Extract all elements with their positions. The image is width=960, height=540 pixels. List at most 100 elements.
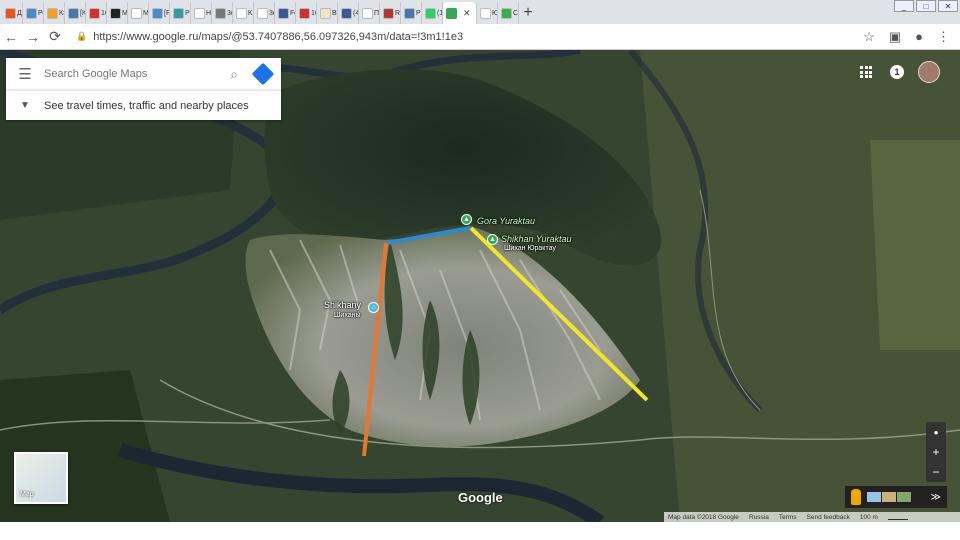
browser-tab[interactable]: [К xyxy=(65,2,86,24)
browser-tab[interactable]: 1C xyxy=(86,2,107,24)
browser-tab[interactable]: Ю xyxy=(477,2,498,24)
puzzle-icon xyxy=(501,7,512,19)
reload-button[interactable]: ⟳ xyxy=(44,28,66,45)
minimize-button[interactable]: _ xyxy=(894,0,914,12)
terms-link[interactable]: Terms xyxy=(779,514,797,521)
wiki-icon xyxy=(236,7,247,19)
wiki-icon xyxy=(480,7,491,19)
browser-tab[interactable]: Кэ xyxy=(44,2,65,24)
browser-tab[interactable]: (4 xyxy=(338,2,359,24)
facebook-icon xyxy=(341,7,352,19)
stop-icon xyxy=(299,7,310,19)
travel-times-panel[interactable]: ▼ See travel times, traffic and nearby p… xyxy=(6,90,281,120)
browser-tab[interactable]: 3c xyxy=(254,2,275,24)
map-layer-toggle[interactable]: Map xyxy=(14,452,68,504)
url-text: https://www.google.ru/maps/@53.7407886,5… xyxy=(93,30,464,43)
extension-icon[interactable]: ▣ xyxy=(889,29,901,45)
wiki-icon xyxy=(257,7,268,19)
lock-icon: 🔒 xyxy=(76,31,88,41)
maximize-button[interactable]: □ xyxy=(916,0,936,12)
zoom-in-button[interactable]: + xyxy=(932,442,939,462)
browser-tab[interactable]: Пс xyxy=(359,2,380,24)
country-link[interactable]: Russia xyxy=(749,514,769,521)
browser-tab[interactable]: Mi xyxy=(128,2,149,24)
stop-icon xyxy=(89,7,100,19)
maps-icon xyxy=(446,7,457,19)
apps-grid-icon[interactable] xyxy=(860,66,872,78)
map-imagery xyxy=(0,50,960,522)
back-button[interactable]: ← xyxy=(0,29,22,45)
browser-tab[interactable]: Ki xyxy=(233,2,254,24)
map-footer: Map data ©2018 Google Russia Terms Send … xyxy=(664,512,960,522)
address-bar: ← → ⟳ 🔒 https://www.google.ru/maps/@53.7… xyxy=(0,24,960,50)
note-icon xyxy=(320,7,331,19)
account-icon[interactable]: ● xyxy=(915,29,923,44)
chevron-down-icon[interactable]: ▼ xyxy=(6,100,44,111)
browser-tab[interactable]: Re xyxy=(380,2,401,24)
compass-button[interactable]: ● xyxy=(934,422,939,442)
jc-icon xyxy=(173,7,184,19)
pegman-panel: ≫ xyxy=(845,486,947,508)
forward-button[interactable]: → xyxy=(22,29,44,45)
directions-icon[interactable] xyxy=(245,62,281,86)
close-window-button[interactable]: ✕ xyxy=(938,0,958,12)
new-tab-button[interactable]: + xyxy=(519,2,537,24)
notification-badge[interactable]: 1 xyxy=(890,65,904,79)
note-icon xyxy=(47,7,58,19)
shikhan-ru-label: Шихан Юрактау xyxy=(504,245,556,252)
gora-label[interactable]: Gora Yuraktau xyxy=(477,216,535,226)
search-icon[interactable]: ⌕ xyxy=(223,66,245,83)
url-field[interactable]: 🔒 https://www.google.ru/maps/@53.7407886… xyxy=(76,31,863,43)
doc-icon xyxy=(194,7,205,19)
s-icon xyxy=(152,7,163,19)
gear-icon xyxy=(26,7,37,19)
google-icon xyxy=(362,7,373,19)
whatsapp-icon xyxy=(425,7,436,19)
globe-icon xyxy=(215,7,226,19)
browser-tab[interactable]: Pc xyxy=(170,2,191,24)
star-icon[interactable]: ☆ xyxy=(863,29,875,45)
peak-pin-icon[interactable]: ▲ xyxy=(461,214,472,225)
browser-tab[interactable]: Pi xyxy=(401,2,422,24)
satellite-map[interactable]: ▲ Gora Yuraktau ▲ Shikhan Yuraktau Шихан… xyxy=(0,50,960,522)
avatar[interactable] xyxy=(918,61,940,83)
zoom-out-button[interactable]: − xyxy=(932,462,939,482)
browser-tab[interactable]: Hc xyxy=(191,2,212,24)
shikhany-ru-label: Шиханы xyxy=(334,312,361,319)
avatar-icon xyxy=(383,7,394,19)
browser-tab[interactable]: Ре xyxy=(23,2,44,24)
peak-pin-icon[interactable]: ▲ xyxy=(487,234,498,245)
expand-icon[interactable]: ≫ xyxy=(931,492,941,503)
zoom-controls: ● + − xyxy=(926,422,946,482)
travel-text: See travel times, traffic and nearby pla… xyxy=(44,99,249,112)
browser-tab[interactable]: 1C xyxy=(296,2,317,24)
m-icon xyxy=(110,7,121,19)
doc-icon xyxy=(131,7,142,19)
browser-tab[interactable]: [F xyxy=(149,2,170,24)
menu-icon[interactable]: ⋮ xyxy=(937,29,950,45)
close-tab-icon[interactable]: ✕ xyxy=(463,8,471,19)
search-input[interactable] xyxy=(44,68,223,80)
pegman-icon[interactable] xyxy=(851,489,861,505)
dzen-icon xyxy=(5,7,16,19)
browser-tab[interactable]: Mc xyxy=(107,2,128,24)
browser-tab[interactable]: Fc xyxy=(275,2,296,24)
map-data-text: Map data ©2018 Google xyxy=(668,513,739,521)
park-pin-icon[interactable]: ⌂ xyxy=(368,302,379,313)
vk-icon xyxy=(68,7,79,19)
imagery-thumbnails[interactable] xyxy=(867,492,911,502)
shikhany-label[interactable]: Shikhany xyxy=(324,300,361,310)
active-tab[interactable]: ✕ xyxy=(443,2,477,24)
tab-label: С xyxy=(513,9,519,17)
browser-tab[interactable]: 3c xyxy=(212,2,233,24)
maps-search-box: ☰ ⌕ xyxy=(6,58,281,90)
browser-tab[interactable]: Bt xyxy=(317,2,338,24)
window-controls: _ □ ✕ xyxy=(894,0,958,12)
feedback-link[interactable]: Send feedback xyxy=(807,514,850,521)
browser-tab[interactable]: С xyxy=(498,2,519,24)
vk-icon xyxy=(404,7,415,19)
shikhan-label[interactable]: Shikhan Yuraktau xyxy=(501,234,572,244)
browser-tab[interactable]: Д xyxy=(2,2,23,24)
hamburger-menu-icon[interactable]: ☰ xyxy=(6,65,44,83)
browser-tab[interactable]: (1 xyxy=(422,2,443,24)
